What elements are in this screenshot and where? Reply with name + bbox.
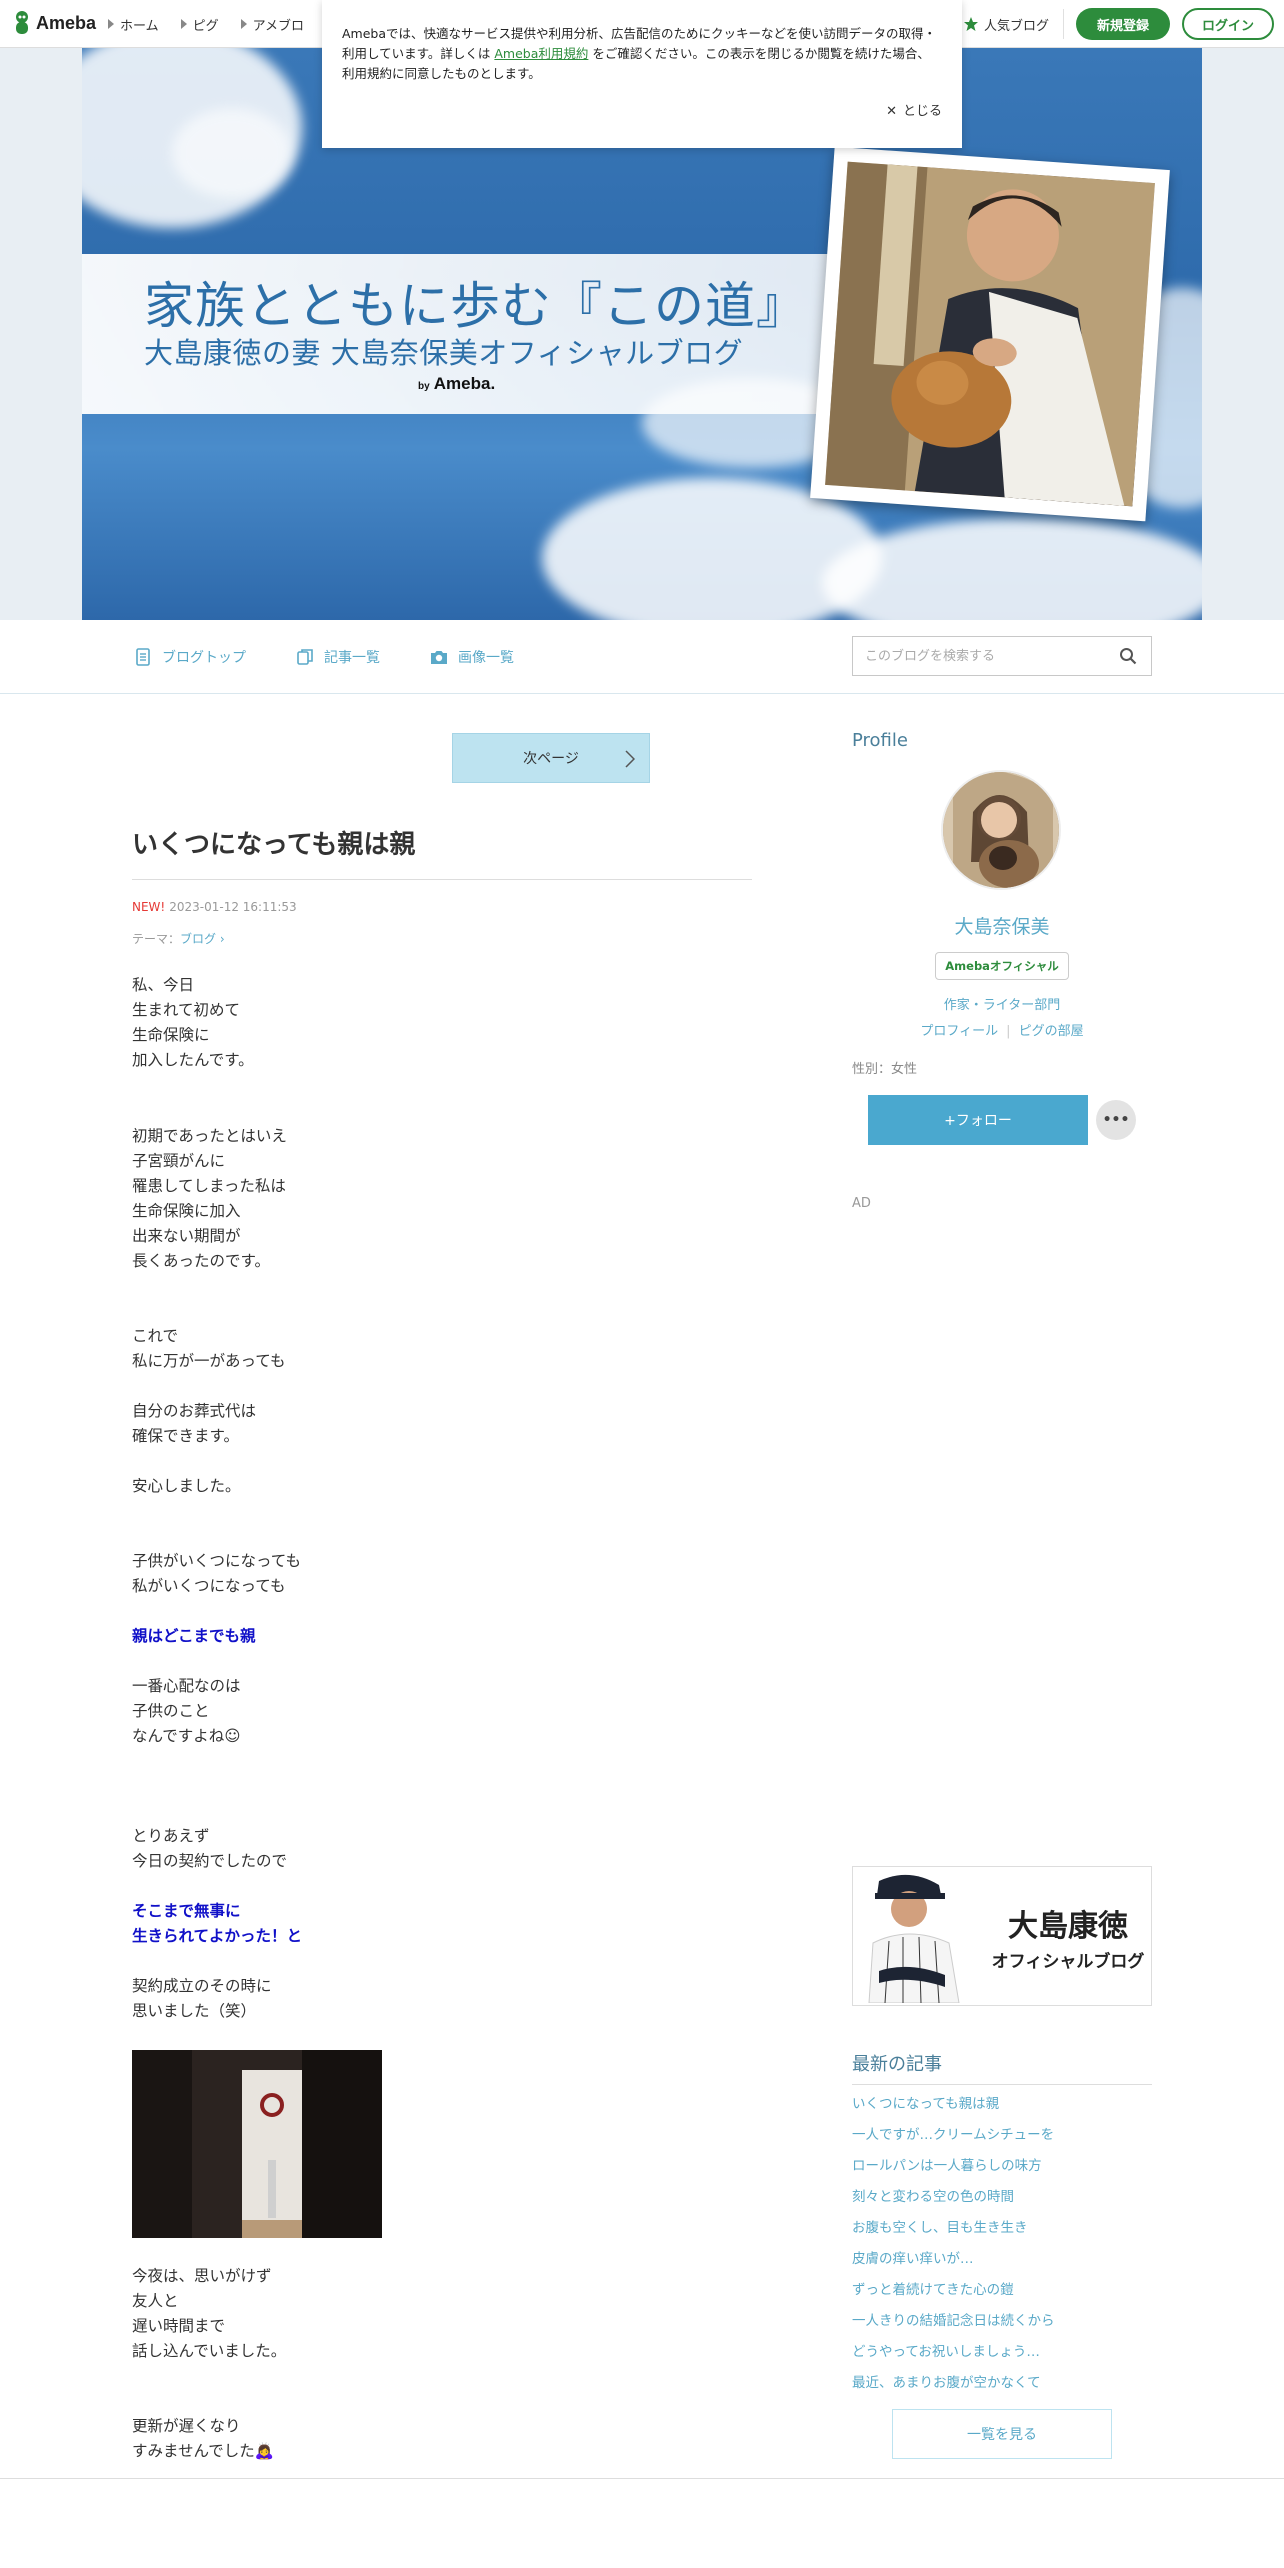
by-ameba-logo: by Ameba.	[418, 374, 496, 393]
latest-article-link[interactable]: ロールパンは一人暮らしの味方	[852, 2156, 1152, 2187]
document-icon	[136, 648, 150, 666]
global-nav: ホーム ピグ アメブロ	[108, 0, 304, 48]
latest-article-link[interactable]: 一人ですが…クリームシチューを	[852, 2125, 1152, 2156]
man-with-dog-photo	[825, 161, 1155, 507]
latest-articles-list: いくつになっても親は親 一人ですが…クリームシチューを ロールパンは一人暮らしの…	[852, 2094, 1152, 2404]
blog-search-box	[852, 636, 1152, 676]
article-paragraph: 自分のお葬式代は 確保できます。	[132, 1402, 257, 1445]
photo-illustration	[825, 161, 1155, 507]
footer-divider	[0, 2478, 1284, 2479]
article-paragraph: 子供がいくつになっても 私がいくつになっても	[132, 1552, 301, 1595]
latest-article-link[interactable]: いくつになっても親は親	[852, 2094, 1152, 2125]
blog-subtitle: 大島康徳の妻 大島奈保美オフィシャルブログ	[144, 336, 744, 370]
ameba-logo-text: Ameba	[36, 12, 97, 33]
latest-article-link[interactable]: 刻々と変わる空の色の時間	[852, 2187, 1152, 2218]
nav-ameblo[interactable]: アメブロ	[240, 15, 304, 34]
article-paragraph: これで 私に万が一があっても	[132, 1327, 286, 1370]
close-icon: ✕	[886, 104, 897, 119]
article-paragraph: 一番心配なのは 子供のこと なんですよね☺	[132, 1677, 241, 1745]
new-badge: NEW!	[132, 900, 166, 914]
star-icon	[963, 17, 978, 31]
next-page-button[interactable]: 次ページ	[452, 733, 650, 783]
chevron-right-icon: ›	[216, 932, 225, 946]
blog-nav-bar: ブログトップ 記事一覧 画像一覧	[0, 620, 1284, 694]
signup-button[interactable]: 新規登録	[1076, 8, 1170, 40]
article-paragraph: 私、今日 生まれて初めて 生命保険に 加入したんです。	[132, 976, 254, 1069]
ameba-logo[interactable]: Ameba	[12, 10, 96, 36]
ad-label: AD	[852, 1196, 871, 1211]
nav-home[interactable]: ホーム	[108, 15, 159, 34]
avatar-illustration	[943, 772, 1059, 888]
latest-article-link[interactable]: ずっと着続けてきた心の鎧	[852, 2280, 1152, 2311]
nav-pigg[interactable]: ピグ	[180, 15, 219, 34]
latest-article-link[interactable]: お腹も空くし、目も生き生き	[852, 2218, 1152, 2249]
profile-link[interactable]: プロフィール	[920, 1024, 998, 1039]
cookie-close-button[interactable]: ✕ とじる	[886, 102, 942, 122]
cloud-shape	[822, 518, 1202, 620]
latest-articles-heading: 最新の記事	[852, 2050, 1152, 2085]
article-theme: テーマ：ブログ ›	[132, 932, 225, 946]
triangle-right-icon	[240, 19, 247, 29]
more-options-button[interactable]: •••	[1096, 1100, 1136, 1140]
triangle-right-icon	[180, 19, 187, 29]
article-list-link[interactable]: 記事一覧	[296, 647, 380, 667]
article-paragraph: 初期であったとはいえ 子宮頸がんに 罹患してしまった私は 生命保険に加入 出来な…	[132, 1127, 287, 1270]
profile-heading: Profile	[852, 730, 908, 751]
husband-blog-banner[interactable]: 大島康徳 オフィシャルブログ	[852, 1866, 1152, 2006]
copy-icon	[297, 649, 313, 665]
article-emphasis: そこまで無事に 生きられてよかった！と	[132, 1902, 303, 1945]
chevron-right-icon	[625, 750, 635, 768]
profile-name[interactable]: 大島奈保美	[852, 912, 1152, 939]
baseball-player-illustration	[859, 1871, 969, 2003]
article-paragraph: とりあえず 今日の契約でしたので	[132, 1827, 288, 1870]
image-list-link[interactable]: 画像一覧	[430, 647, 514, 667]
ameba-mascot-icon	[16, 11, 28, 34]
article-emphasis: 親はどこまでも親	[132, 1627, 256, 1645]
see-all-articles-button[interactable]: 一覧を見る	[892, 2409, 1112, 2459]
latest-article-link[interactable]: 最近、あまりお腹が空かなくて	[852, 2373, 1152, 2404]
camera-icon	[431, 651, 447, 664]
login-button[interactable]: ログイン	[1182, 8, 1274, 40]
blog-top-link[interactable]: ブログトップ	[134, 647, 246, 667]
article-meta: NEW! 2023-01-12 16:11:53	[132, 900, 297, 914]
profile-avatar[interactable]	[941, 770, 1061, 890]
popular-blogs-link[interactable]: 人気ブログ	[963, 9, 1064, 39]
latest-article-link[interactable]: 一人きりの結婚記念日は続くから	[852, 2311, 1152, 2342]
latest-article-link[interactable]: どうやってお祝いしましょう…	[852, 2342, 1152, 2373]
blog-nav-items: ブログトップ 記事一覧 画像一覧	[134, 620, 514, 694]
article-title: いくつになっても親は親	[132, 824, 752, 880]
article-paragraph: 安心しました。	[132, 1477, 241, 1495]
top-right-actions: 人気ブログ 新規登録 ログイン	[963, 0, 1274, 48]
hallway-illustration	[132, 2050, 382, 2238]
blog-title: 家族とともに歩む『この道』	[144, 277, 807, 335]
profile-category-link[interactable]: 作家・ライター部門	[852, 994, 1152, 1013]
follow-button[interactable]: +フォロー	[868, 1095, 1088, 1145]
theme-link[interactable]: ブログ	[180, 932, 216, 946]
polaroid-photo-frame	[810, 146, 1170, 522]
pigg-room-link[interactable]: ピグの部屋	[1019, 1024, 1084, 1039]
ameba-official-badge: Amebaオフィシャル	[935, 952, 1069, 980]
terms-link[interactable]: Ameba利用規約	[494, 46, 588, 61]
profile-links: プロフィール | ピグの部屋	[852, 1020, 1152, 1039]
blog-search-input[interactable]	[853, 637, 1103, 675]
article-paragraph: 契約成立のその時に 思いました（笑）	[132, 1977, 272, 2020]
article-photo-hallway[interactable]	[132, 2050, 382, 2238]
husband-blog-subtitle: オフィシャルブログ	[991, 1952, 1145, 1972]
profile-gender: 性別：女性	[852, 1062, 918, 1077]
cloud-shape	[172, 108, 292, 198]
search-icon[interactable]	[1119, 647, 1137, 665]
triangle-right-icon	[108, 19, 114, 29]
latest-article-link[interactable]: 皮膚の痒い痒いが…	[852, 2249, 1152, 2280]
article-paragraph: 今夜は、思いがけず 友人と 遅い時間まで 話し込んでいました。	[132, 2267, 287, 2360]
cookie-consent-dialog: Amebaでは、快適なサービス提供や利用分析、広告配信のためにクッキーなどを使い…	[322, 0, 962, 148]
husband-blog-name: 大島康徳	[1008, 1909, 1128, 1944]
separator: |	[1006, 1024, 1011, 1039]
article-paragraph: 更新が遅くなり すみませんでした🙇‍♀️	[132, 2417, 275, 2460]
article-date: 2023-01-12 16:11:53	[169, 900, 297, 914]
